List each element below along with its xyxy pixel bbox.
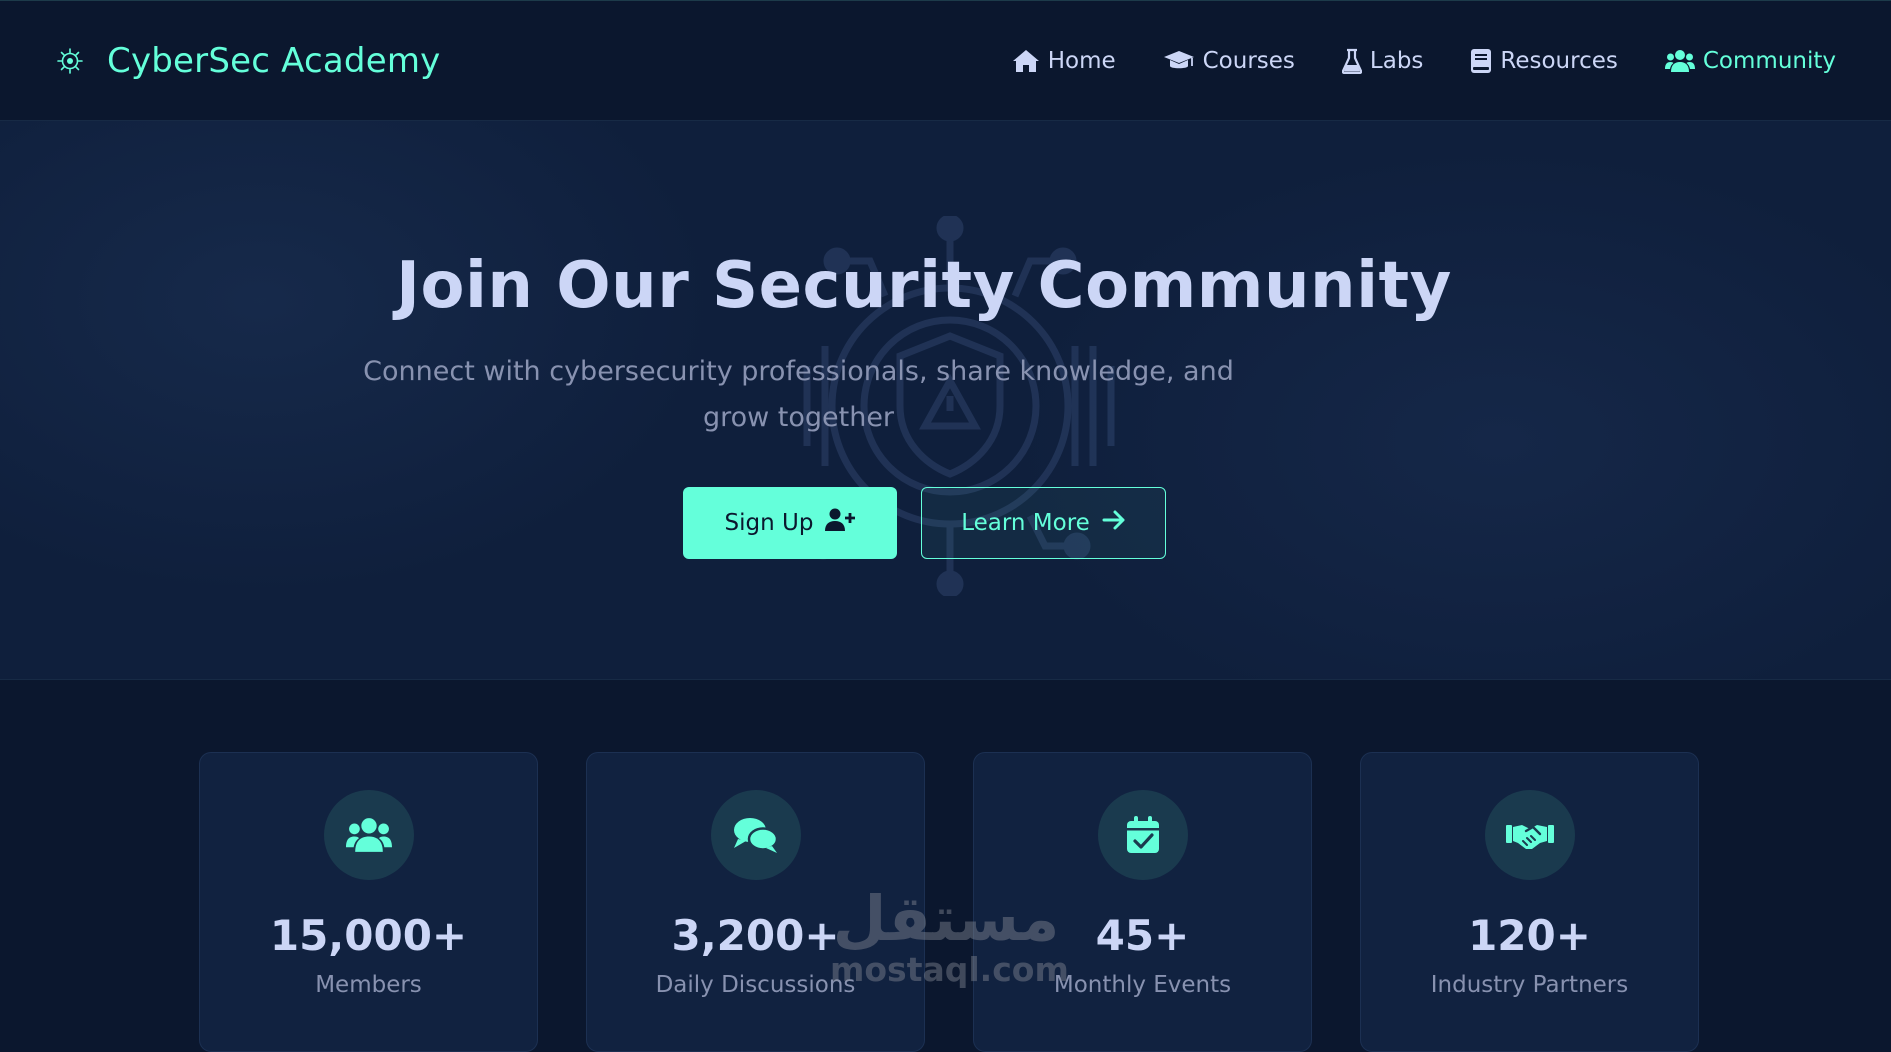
top-navbar: CyberSec Academy Home Courses Labs Resou… (0, 0, 1891, 121)
nav-item-resources[interactable]: Resources (1470, 47, 1618, 74)
virus-shield-icon (55, 46, 85, 76)
nav-item-courses[interactable]: Courses (1163, 48, 1295, 74)
sign-up-label: Sign Up (724, 510, 814, 536)
book-icon (1470, 48, 1492, 74)
hero-title: Join Our Security Community (396, 249, 1452, 323)
hero-section: Join Our Security Community Connect with… (0, 121, 1891, 680)
nav-item-label: Labs (1369, 47, 1424, 74)
hero-subtitle: Connect with cybersecurity professionals… (363, 356, 1234, 433)
nav-item-label: Home (1047, 47, 1116, 74)
nav-item-label: Community (1702, 47, 1836, 74)
calendar-check-icon (1098, 790, 1188, 880)
sign-up-button[interactable]: Sign Up (683, 487, 897, 559)
learn-more-button[interactable]: Learn More (921, 487, 1166, 559)
users-icon (324, 790, 414, 880)
main-nav: Home Courses Labs Resources Community (1012, 48, 1836, 74)
learn-more-label: Learn More (961, 510, 1090, 536)
flask-icon (1341, 48, 1362, 74)
hero-actions: Sign Up Learn More (683, 487, 1166, 559)
nav-item-home[interactable]: Home (1012, 48, 1116, 74)
nav-item-community[interactable]: Community (1664, 47, 1836, 74)
home-icon (1012, 49, 1040, 73)
users-icon (1664, 49, 1695, 73)
nav-item-label: Courses (1202, 47, 1295, 74)
stat-label: Industry Partners (1430, 972, 1629, 998)
arrow-right-icon (1102, 509, 1126, 537)
brand[interactable]: CyberSec Academy (55, 41, 440, 81)
stat-card-members: 15,000+ Members (199, 752, 538, 1052)
site-watermark: مستقل mostaql.com (830, 882, 1069, 994)
nav-item-labs[interactable]: Labs (1341, 47, 1424, 74)
comments-icon (711, 790, 801, 880)
watermark-arabic: مستقل (832, 882, 1060, 955)
brand-name: CyberSec Academy (107, 40, 441, 81)
stat-value: 15,000+ (269, 911, 468, 960)
stat-value: 120+ (1468, 911, 1591, 960)
stat-card-partners: 120+ Industry Partners (1360, 752, 1699, 1052)
stat-label: Members (315, 972, 422, 998)
nav-item-label: Resources (1500, 47, 1618, 74)
graduation-cap-icon (1163, 49, 1195, 73)
watermark-latin: mostaql.com (830, 950, 1069, 989)
handshake-icon (1485, 790, 1575, 880)
user-plus-icon (825, 508, 856, 538)
